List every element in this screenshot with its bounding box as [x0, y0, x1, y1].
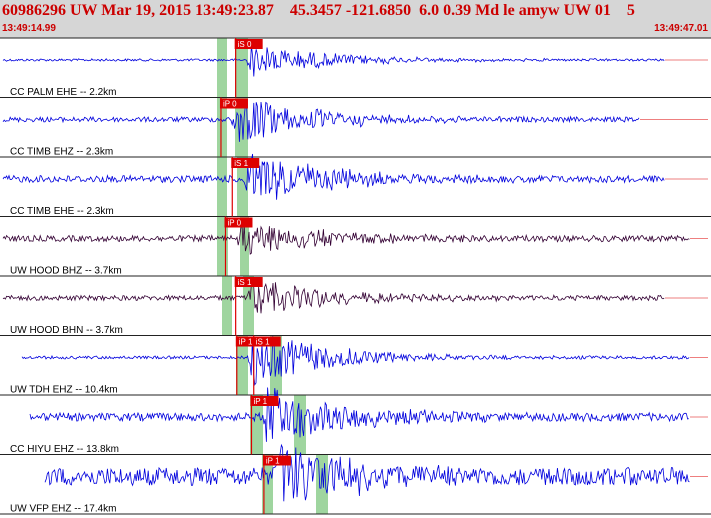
pick-window-band	[217, 157, 227, 217]
waveform-trace	[2, 221, 690, 255]
seismogram-plot[interactable]: iS 0iP 0iS 1iP 0iS 1iP 1 iS 1iP 1iP 1 CC …	[0, 0, 711, 518]
pick-label: iS 0	[238, 40, 252, 49]
pick-label: iP 1	[253, 397, 267, 406]
pick-label: iP 0	[223, 100, 237, 109]
waveform-trace	[29, 387, 689, 442]
trace-label: UW HOOD BHN -- 3.7km	[10, 325, 123, 336]
pick-label: iS 1	[256, 338, 270, 347]
trace-label: UW HOOD BHZ -- 3.7km	[10, 266, 122, 277]
trace-label: UW TDH EHZ -- 10.4km	[10, 385, 118, 396]
trace-label: CC HIYU EHZ -- 13.8km	[10, 444, 119, 455]
waveform-trace	[2, 153, 665, 200]
waveform-trace	[21, 336, 690, 386]
pick-label: iP 1	[266, 457, 280, 466]
trace-label: CC PALM EHE -- 2.2km	[10, 87, 117, 98]
pick-label: iS 1	[238, 278, 252, 287]
pick-label: iP 0	[227, 219, 241, 228]
pick-label: iS 1	[234, 159, 248, 168]
pick-label: iP 1	[239, 338, 253, 347]
trace-label: CC TIMB EHZ -- 2.3km	[10, 147, 113, 158]
waveform-trace	[2, 101, 640, 142]
trace-label: UW VFP EHZ -- 17.4km	[10, 504, 117, 515]
pick-window-band	[222, 276, 232, 336]
trace-label: CC TIMB EHE -- 2.3km	[10, 206, 114, 217]
pick-window-band	[316, 454, 328, 514]
pick-window-band	[217, 38, 227, 98]
waveform-trace	[2, 282, 665, 314]
waveform-trace	[2, 44, 665, 77]
waveform-trace	[44, 443, 690, 502]
